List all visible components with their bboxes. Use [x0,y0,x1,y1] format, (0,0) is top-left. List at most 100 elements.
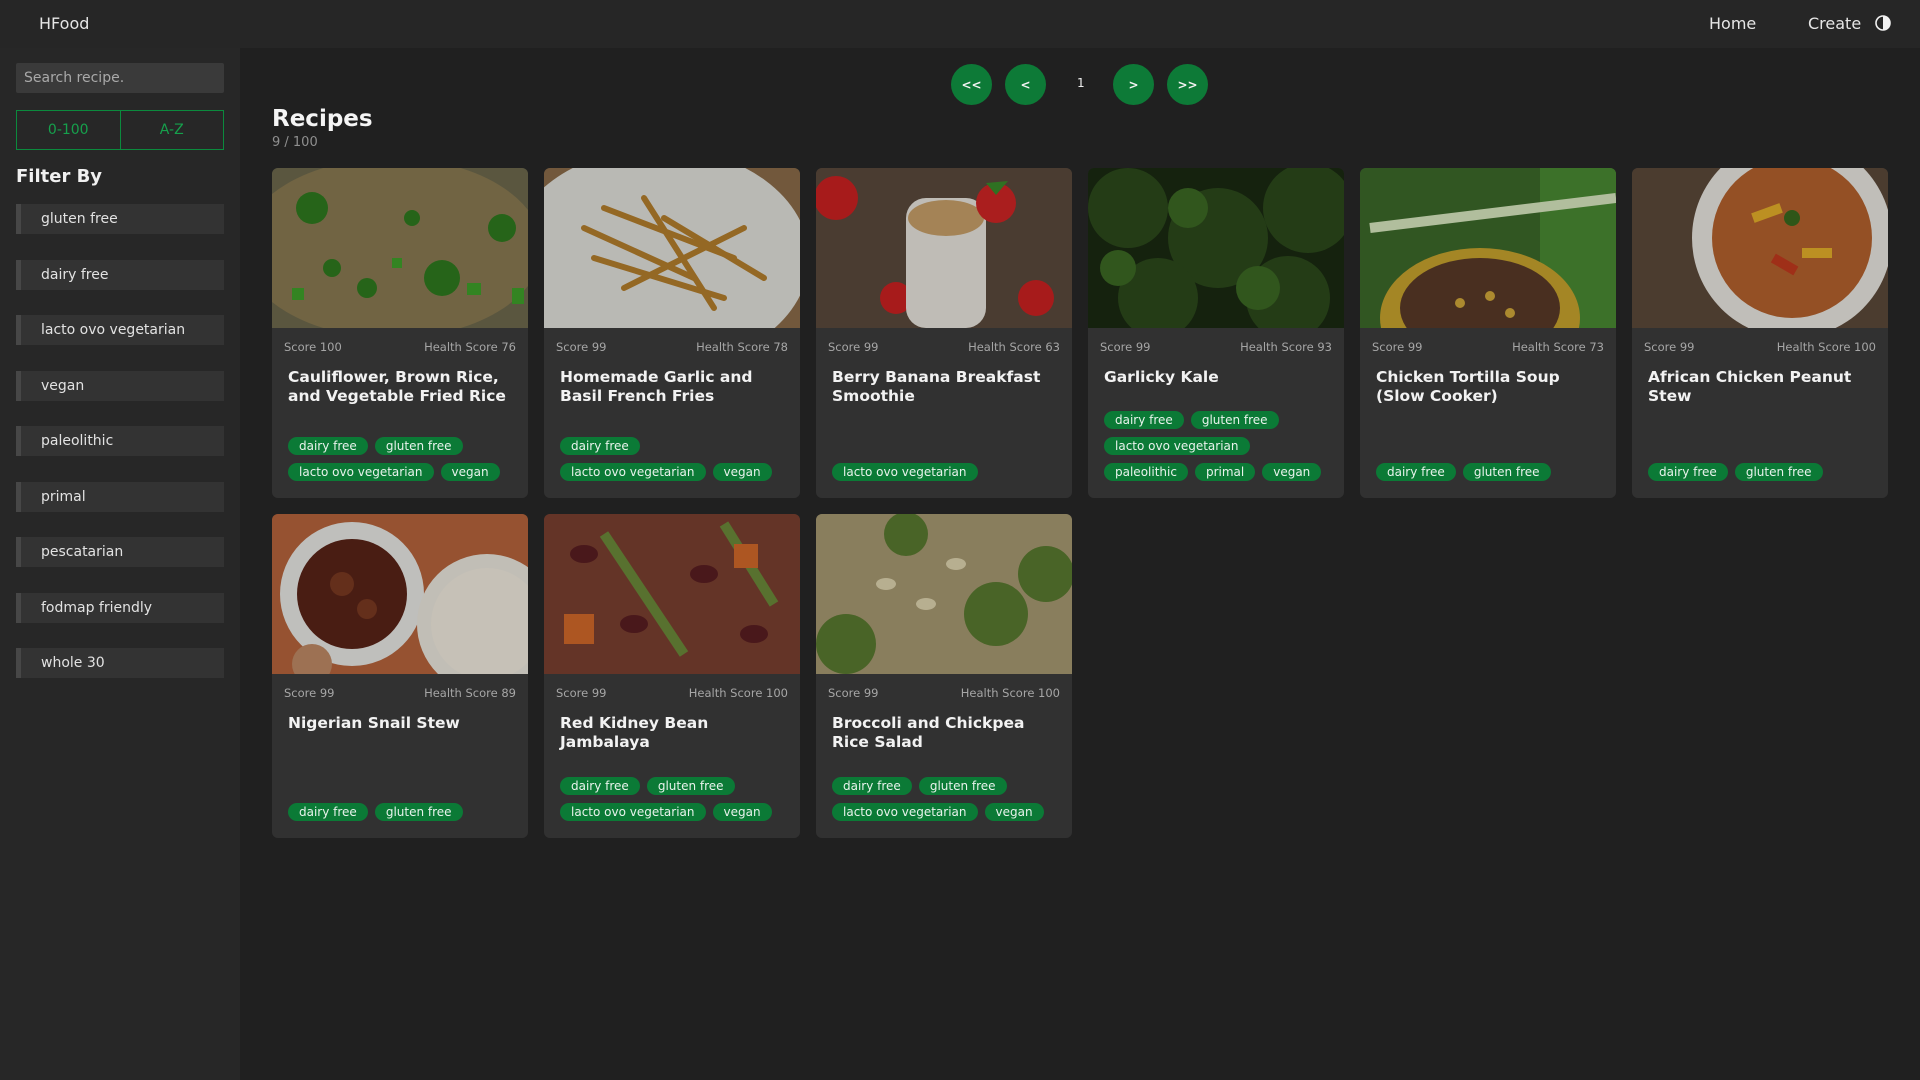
recipe-health-score: Health Score 100 [1776,340,1876,354]
filter-item[interactable]: whole 30 [16,648,224,678]
diet-tag: gluten free [1190,411,1279,429]
recipe-scores: Score 99 Health Score 100 [816,686,1072,700]
recipe-image[interactable] [1632,168,1888,338]
recipe-image[interactable] [544,514,800,674]
recipe-health-score: Health Score 100 [960,686,1060,700]
filter-item[interactable]: vegan [16,370,224,401]
diet-tag: vegan [440,463,500,481]
recipe-score: Score 99 [556,686,607,700]
recipe-diet-tags: dairy free lacto ovo vegetarian vegan [560,437,790,481]
filter-item[interactable]: fodmap friendly [16,592,224,623]
diet-tag: vegan [712,803,772,821]
recipe-scores: Score 99 Health Score 78 [544,340,800,354]
recipe-card[interactable]: Score 99 Health Score 100 Broccoli and Chi… [816,514,1072,838]
recipe-card[interactable]: Score 99 Health Score 63 Berry Banana Brea… [816,168,1072,498]
recipe-card[interactable]: Score 99 Health Score 78 Homemade Garlic a… [544,168,800,498]
recipe-image[interactable] [816,168,1072,328]
filter-item[interactable]: lacto ovo vegetarian [16,315,224,345]
recipe-card[interactable]: Score 99 Health Score 100 Red Kidney Bean … [544,514,800,838]
filter-heading: Filter By [16,166,103,187]
recipe-title[interactable]: Berry Banana Breakfast Smoothie [816,368,1072,406]
recipe-diet-tags: dairy free gluten free [1376,463,1606,481]
recipe-score: Score 99 [284,686,335,700]
diet-tag: gluten free [918,777,1007,795]
diet-tag: lacto ovo vegetarian [1104,437,1250,455]
diet-tag: dairy free [1376,463,1456,481]
recipe-score: Score 99 [1372,340,1423,354]
diet-tag: lacto ovo vegetarian [560,803,706,821]
diet-tag: lacto ovo vegetarian [560,463,706,481]
diet-tag: paleolithic [1104,463,1188,481]
prev-page-button[interactable]: < [1005,64,1046,105]
recipe-title[interactable]: Homemade Garlic and Basil French Fries [544,368,800,406]
recipe-card[interactable]: Score 100 Health Score 76 Cauliflower, Bro… [272,168,528,498]
diet-tag: lacto ovo vegetarian [832,463,978,481]
recipe-image[interactable] [544,168,800,368]
recipe-diet-tags: dairy free gluten free [288,803,518,821]
recipe-scores: Score 99 Health Score 73 [1360,340,1616,354]
diet-tag: gluten free [374,803,463,821]
recipe-score: Score 99 [1644,340,1695,354]
filter-item[interactable]: dairy free [16,259,224,290]
diet-tag: gluten free [646,777,735,795]
recipe-title[interactable]: Garlicky Kale [1088,368,1344,406]
diet-tag: dairy free [560,437,640,455]
recipe-title[interactable]: African Chicken Peanut Stew [1632,368,1888,406]
filter-item[interactable]: primal [16,481,224,512]
search-input[interactable] [16,63,224,93]
recipe-image[interactable] [816,514,1072,674]
sort-alpha-button[interactable]: A-Z [119,111,224,149]
filter-list: gluten free dairy free lacto ovo vegetaria… [16,204,224,704]
diet-tag: lacto ovo vegetarian [832,803,978,821]
recipe-health-score: Health Score 78 [696,340,788,354]
current-page-number: 1 [1077,76,1085,90]
recipe-image[interactable] [1360,168,1616,388]
recipe-health-score: Health Score 93 [1240,340,1332,354]
diet-tag: dairy free [1104,411,1184,429]
diet-tag: primal [1194,463,1256,481]
recipe-image[interactable] [272,168,528,338]
recipe-title[interactable]: Cauliflower, Brown Rice, and Vegetable F… [272,368,528,406]
recipe-diet-tags: dairy free gluten free [1648,463,1878,481]
recipe-image[interactable] [272,514,528,694]
diet-tag: gluten free [374,437,463,455]
diet-tag: dairy free [1648,463,1728,481]
recipe-card[interactable]: Score 99 Health Score 89 Nigerian Snail St… [272,514,528,838]
filter-item[interactable]: paleolithic [16,426,224,456]
recipe-title[interactable]: Red Kidney Bean Jambalaya [544,714,800,752]
last-page-button[interactable]: >> [1167,64,1208,105]
filter-item[interactable]: pescatarian [16,537,224,567]
recipe-health-score: Health Score 100 [688,686,788,700]
page-title: Recipes [272,106,373,132]
recipe-scores: Score 100 Health Score 76 [272,340,528,354]
recipe-scores: Score 99 Health Score 100 [1632,340,1888,354]
nav-home-link[interactable]: Home [1709,14,1756,33]
recipe-count: 9 / 100 [272,135,318,150]
recipe-score: Score 99 [556,340,607,354]
recipe-card[interactable]: Score 99 Health Score 100 African Chicken … [1632,168,1888,498]
recipe-image[interactable] [1088,168,1344,340]
diet-tag: dairy free [560,777,640,795]
next-page-button[interactable]: > [1113,64,1154,105]
brand-logo[interactable]: HFood [39,14,89,33]
recipe-scores: Score 99 Health Score 89 [272,686,528,700]
recipe-title[interactable]: Chicken Tortilla Soup (Slow Cooker) [1360,368,1616,406]
recipe-card[interactable]: Score 99 Health Score 93 Garlicky Kale dair… [1088,168,1344,498]
recipe-health-score: Health Score 63 [968,340,1060,354]
nav-create-link[interactable]: Create [1808,14,1861,33]
sidebar: 0-100 A-Z Filter By gluten free dairy fre… [0,48,240,1080]
recipe-health-score: Health Score 89 [424,686,516,700]
filter-item[interactable]: gluten free [16,204,224,234]
diet-tag: vegan [1262,463,1322,481]
recipe-title[interactable]: Broccoli and Chickpea Rice Salad [816,714,1072,752]
sort-score-button[interactable]: 0-100 [17,111,120,149]
half-moon-icon[interactable] [1874,14,1892,32]
diet-tag: gluten free [1462,463,1551,481]
sort-toggle-group: 0-100 A-Z [16,110,224,150]
first-page-button[interactable]: << [951,64,992,105]
recipe-health-score: Health Score 73 [1512,340,1604,354]
diet-tag: dairy free [832,777,912,795]
recipe-card[interactable]: Score 99 Health Score 73 Chicken Tortilla … [1360,168,1616,498]
recipe-title[interactable]: Nigerian Snail Stew [272,714,528,752]
recipe-diet-tags: dairy free gluten free lacto ovo vegetaria… [288,437,518,481]
